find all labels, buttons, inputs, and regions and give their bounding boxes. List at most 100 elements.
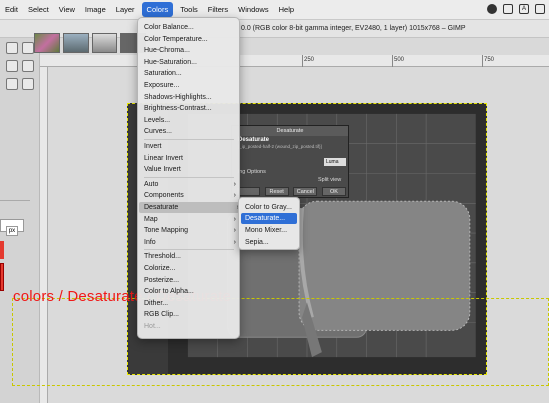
ruler-label: 500 [394, 57, 405, 63]
menu-help[interactable]: Help [274, 0, 299, 20]
menu-item-dither[interactable]: Dither... [144, 298, 236, 309]
status-tray: A [487, 4, 545, 14]
menu-item-label: Invert [144, 143, 162, 150]
tool-icon[interactable] [22, 42, 34, 54]
menu-item-hue-saturation[interactable]: Hue-Saturation... [144, 57, 236, 68]
desaturate-submenu: Color to Gray... Desaturate... Mono Mixe… [238, 197, 300, 250]
menu-item-label: Color Temperature... [144, 35, 208, 43]
menu-item-label: Color to Alpha... [144, 288, 194, 296]
menu-item-label: Value Invert [144, 166, 181, 174]
reset-button[interactable]: Reset [264, 187, 289, 196]
menu-item-linear-invert[interactable]: Linear Invert [144, 153, 236, 164]
menu-item-label: Auto [144, 180, 159, 188]
cancel-button[interactable]: Cancel [293, 187, 318, 196]
menu-view[interactable]: View [54, 0, 80, 20]
menu-item-label: RGB Clip... [144, 311, 180, 319]
menu-windows[interactable]: Windows [233, 0, 273, 20]
dialog-path: [_ip_posted-half-2 (wound_zip_posted.tif… [238, 144, 322, 149]
divider [0, 200, 30, 201]
menu-item-label: Curves... [144, 128, 173, 136]
menu-item-auto[interactable]: Auto › [144, 179, 236, 190]
menu-item-hue-chroma[interactable]: Hue-Chroma... [144, 45, 236, 56]
split-view-checkbox[interactable]: Split view [318, 177, 341, 183]
tool-icon[interactable] [6, 78, 18, 90]
menu-item-label: Linear Invert [144, 154, 183, 162]
chevron-right-icon: › [233, 192, 236, 200]
menu-item-brightness-contrast[interactable]: Brightness-Contrast... [144, 103, 236, 114]
menu-item-label: Hue-Saturation... [144, 58, 197, 66]
menu-item-label: Posterize... [144, 276, 180, 284]
tool-icon[interactable] [6, 42, 18, 54]
menu-item-color-to-gray[interactable]: Color to Gray... [245, 202, 292, 213]
menu-bar: Edit Select View Image Layer Colors Tool… [0, 0, 549, 20]
input-source-indicator[interactable]: A [519, 4, 529, 14]
horizontal-ruler[interactable]: 250 500 750 [40, 55, 549, 67]
menu-item-shadows-highlights[interactable]: Shadows-Highlights... [144, 92, 236, 103]
menu-select[interactable]: Select [23, 0, 54, 20]
menu-image[interactable]: Image [80, 0, 111, 20]
menu-item-label: Brightness-Contrast... [144, 105, 212, 113]
menu-item-mono-mixer[interactable]: Mono Mixer... [245, 225, 287, 236]
menu-item-exposure[interactable]: Exposure... [144, 80, 236, 91]
menu-item-color-to-alpha[interactable]: Color to Alpha... [144, 286, 236, 297]
menu-item-value-invert[interactable]: Value Invert [144, 164, 236, 175]
sidebar-icon[interactable] [503, 4, 513, 14]
menu-edit[interactable]: Edit [0, 0, 23, 20]
menu-item-color-temperature[interactable]: Color Temperature... [144, 34, 236, 45]
menu-item-label: Color Balance... [144, 24, 194, 31]
menu-item-label: Components [144, 192, 184, 200]
image-tabs [34, 33, 146, 55]
menu-item-rgb-clip[interactable]: RGB Clip... [144, 309, 236, 320]
menu-item-map[interactable]: Map › [144, 214, 236, 225]
menu-item-invert[interactable]: Invert [144, 141, 236, 152]
menu-item-label: Dither... [144, 299, 169, 307]
menu-item-sepia[interactable]: Sepia... [245, 237, 269, 248]
tool-icon[interactable] [22, 78, 34, 90]
menu-item-label: Desaturate [144, 204, 179, 211]
menu-item-label: Saturation... [144, 70, 182, 78]
gimp-window: Edit Select View Image Layer Colors Tool… [0, 0, 549, 403]
menu-item-label: Tone Mapping [144, 227, 188, 235]
chevron-right-icon: › [233, 227, 236, 235]
menu-layer[interactable]: Layer [111, 0, 140, 20]
battery-icon[interactable] [535, 4, 545, 14]
menu-item-curves[interactable]: Curves... [144, 126, 236, 137]
bell-icon[interactable] [487, 4, 497, 14]
dialog-header: Desaturate [238, 137, 270, 143]
menu-separator [144, 139, 234, 140]
image-thumbnail[interactable] [34, 33, 60, 53]
tool-icon[interactable] [6, 60, 18, 72]
menu-item-components[interactable]: Components › [144, 190, 236, 201]
ruler-label: 750 [484, 57, 495, 63]
menu-item-label: Levels... [144, 116, 171, 124]
menu-item-label: Shadows-Highlights... [144, 93, 212, 101]
menu-item-posterize[interactable]: Posterize... [144, 275, 236, 286]
ok-button[interactable]: OK [321, 187, 346, 196]
menu-item-threshold[interactable]: Threshold... [144, 251, 236, 262]
tool-icon[interactable] [22, 60, 34, 72]
image-thumbnail[interactable] [62, 33, 89, 53]
mode-select[interactable]: Luma [324, 158, 346, 166]
menu-separator [144, 249, 234, 251]
desaturate-dialog: Desaturate Desaturate [_ip_posted-half-2… [231, 125, 349, 198]
blending-options[interactable]: ing Options [238, 169, 266, 175]
chevron-right-icon: › [233, 215, 236, 223]
menu-item-colorize[interactable]: Colorize... [144, 263, 236, 274]
unit-select[interactable]: px [6, 226, 18, 236]
menu-item-desaturate[interactable]: Desaturate... [241, 213, 297, 224]
menu-item-levels[interactable]: Levels... [144, 115, 236, 126]
menu-item-color-balance[interactable]: Color Balance... [144, 22, 236, 33]
foreground-color-swatch[interactable] [0, 241, 4, 259]
menu-item-saturation[interactable]: Saturation... [144, 68, 236, 79]
image-thumbnail[interactable] [91, 33, 118, 53]
background-color-swatch[interactable] [0, 263, 4, 291]
ruler-label: 250 [304, 57, 315, 63]
menu-item-desaturate[interactable]: Desaturate› [139, 202, 239, 213]
menu-item-tone-mapping[interactable]: Tone Mapping › [144, 225, 236, 236]
menu-separator [144, 176, 234, 178]
menu-item-label: Hue-Chroma... [144, 47, 190, 55]
chevron-right-icon: › [233, 180, 236, 188]
menu-item-info[interactable]: Info › [144, 237, 236, 248]
menu-colors[interactable]: Colors [141, 2, 174, 17]
menu-item-label: Exposure... [144, 82, 180, 89]
